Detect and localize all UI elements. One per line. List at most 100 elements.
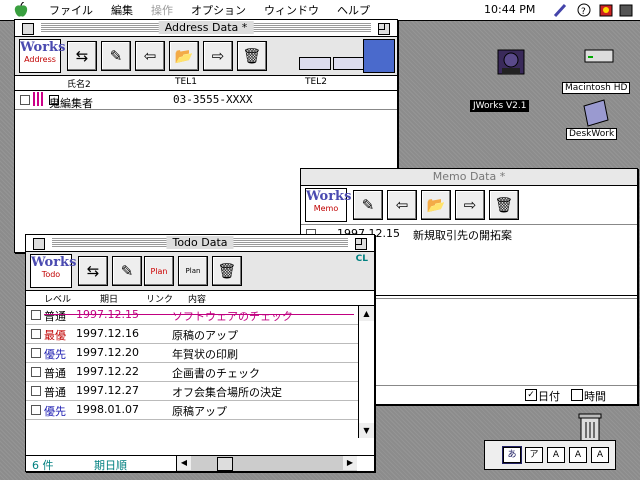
memo-text-area[interactable] <box>377 299 635 379</box>
trash-can-icon: 🗑 <box>217 262 237 280</box>
todo-plan-button[interactable]: Plan <box>144 256 174 286</box>
address-row[interactable]: 鬼編集者 03-3555-XXXX <box>15 91 397 110</box>
menu-edit[interactable]: 編集 <box>111 2 133 18</box>
palette-mode-button[interactable]: A <box>547 447 565 463</box>
delete-button[interactable]: 🗑 <box>237 41 267 71</box>
time-checkbox[interactable] <box>571 389 583 401</box>
date-checkbox[interactable]: ✓ <box>525 389 537 401</box>
hard-disk-icon <box>584 49 614 63</box>
col-level[interactable]: レベル <box>44 292 71 305</box>
row-checkbox[interactable] <box>31 367 41 377</box>
palette-mode-button[interactable]: あ <box>502 446 522 464</box>
plan-icon: Plan <box>150 266 168 276</box>
app-icon-small[interactable] <box>618 2 634 18</box>
jworks-app-icon[interactable]: JWorks V2.1 <box>470 44 548 112</box>
memo-delete-button[interactable]: 🗑 <box>489 190 519 220</box>
palette-mode-button[interactable]: ア <box>525 447 543 463</box>
menu-file[interactable]: ファイル <box>49 2 93 18</box>
todo-row[interactable]: 優先 1997.12.20 年賀状の印刷 <box>26 344 358 363</box>
memo-prev-button[interactable]: ⇦ <box>387 190 417 220</box>
todo-window: Todo Data Works Todo ⇆ ✎ Plan Plan 🗑 CL レ… <box>25 234 375 472</box>
menu-operation[interactable]: 操作 <box>151 2 173 18</box>
open-folder-button[interactable]: 📂 <box>169 41 199 71</box>
folder-open-icon: 📂 <box>426 196 446 214</box>
view-list-button[interactable] <box>333 57 365 70</box>
memo-next-button[interactable]: ⇨ <box>455 190 485 220</box>
col-date[interactable]: 期日 <box>100 292 118 305</box>
todo-title-bar[interactable]: Todo Data <box>26 235 374 252</box>
apple-menu-icon[interactable] <box>10 1 32 19</box>
scroll-right-arrow[interactable]: ▶ <box>343 456 357 470</box>
next-button[interactable]: ⇨ <box>203 41 233 71</box>
todo-row[interactable]: 普通 1997.12.15 ソフトウェアのチェック <box>26 306 358 325</box>
works-address-logo[interactable]: Works Address <box>19 39 65 73</box>
works-memo-logo[interactable]: Works Memo <box>305 188 351 222</box>
todo-vertical-scrollbar[interactable]: ▲ ▼ <box>358 306 374 438</box>
todo-sort-order[interactable]: 期日順 <box>94 457 127 473</box>
close-box[interactable] <box>22 23 34 35</box>
sync-button[interactable]: ⇆ <box>67 41 97 71</box>
macintosh-hd-label: Macintosh HD <box>562 82 631 94</box>
todo-edit-button[interactable]: ✎ <box>112 256 142 286</box>
todo-plan-list-button[interactable]: Plan <box>178 256 208 286</box>
row-checkbox[interactable] <box>31 405 41 415</box>
memo-toolbar: Works Memo ✎ ⇦ 📂 ⇨ 🗑 <box>301 186 637 225</box>
todo-row[interactable]: 普通 1997.12.27 オフ会集合場所の決定 <box>26 382 358 401</box>
help-balloon-icon[interactable]: ? <box>576 2 592 18</box>
todo-row[interactable]: 普通 1997.12.22 企画書のチェック <box>26 363 358 382</box>
memo-open-folder-button[interactable]: 📂 <box>421 190 451 220</box>
palette-mode-button[interactable]: A <box>591 447 609 463</box>
todo-date: 1997.12.27 <box>76 384 139 397</box>
row-checkbox[interactable] <box>31 348 41 358</box>
todo-content: 原稿のアップ <box>172 329 238 342</box>
address-tel1: 03-3555-XXXX <box>173 93 253 106</box>
row-checkbox[interactable] <box>31 386 41 396</box>
export-button[interactable] <box>363 39 395 73</box>
todo-list: 普通 1997.12.15 ソフトウェアのチェック 最優 1997.12.16 原稿のアッ… <box>26 306 358 420</box>
close-box[interactable] <box>33 238 45 250</box>
memo-edit-button[interactable]: ✎ <box>353 190 383 220</box>
svg-text:?: ? <box>581 7 586 17</box>
zoom-box[interactable] <box>378 23 390 35</box>
todo-row[interactable]: 優先 1998.01.07 原稿アップ <box>26 401 358 420</box>
prev-button[interactable]: ⇦ <box>135 41 165 71</box>
macintosh-hd-icon[interactable]: Macintosh HD <box>562 42 631 94</box>
row-checkbox[interactable] <box>20 95 30 105</box>
todo-row[interactable]: 最優 1997.12.16 原稿のアップ <box>26 325 358 344</box>
todo-level: 普通 <box>44 386 66 399</box>
col-content[interactable]: 内容 <box>188 292 206 305</box>
menubar-clock[interactable]: 10:44 PM <box>484 3 535 16</box>
scroll-left-arrow[interactable]: ◀ <box>177 456 191 470</box>
works-todo-logo[interactable]: Works Todo <box>30 254 76 288</box>
deskwork-folder-icon[interactable]: DeskWork <box>566 98 628 148</box>
cl-badge[interactable]: CL <box>356 254 368 264</box>
todo-sync-button[interactable]: ⇆ <box>78 256 108 286</box>
col-tel1[interactable]: TEL1 <box>175 77 197 87</box>
view-card-button[interactable] <box>299 57 331 70</box>
application-menu-icon[interactable] <box>598 2 614 18</box>
todo-horizontal-scrollbar[interactable]: ◀ ▶ <box>176 456 357 471</box>
todo-level: 最優 <box>44 329 66 342</box>
todo-delete-button[interactable]: 🗑 <box>212 256 242 286</box>
menu-options[interactable]: オプション <box>191 2 246 18</box>
row-checkbox[interactable] <box>31 329 41 339</box>
scroll-up-arrow[interactable]: ▲ <box>359 306 374 321</box>
col-link[interactable]: リンク <box>146 292 173 305</box>
pencil-icon[interactable] <box>552 2 568 18</box>
menu-window[interactable]: ウィンドウ <box>264 2 319 18</box>
col-tel2[interactable]: TEL2 <box>305 77 327 87</box>
jworks-icon <box>497 49 525 75</box>
todo-date: 1997.12.20 <box>76 346 139 359</box>
scroll-down-arrow[interactable]: ▼ <box>359 423 374 438</box>
address-title-bar[interactable]: Address Data * <box>15 20 397 37</box>
trash-icon[interactable] <box>576 410 604 444</box>
edit-button[interactable]: ✎ <box>101 41 131 71</box>
memo-title-bar[interactable]: Memo Data * <box>301 169 637 186</box>
jworks-icon-label: JWorks V2.1 <box>470 100 530 112</box>
col-name2[interactable]: 氏名2 <box>67 77 91 90</box>
row-checkbox[interactable] <box>31 310 41 320</box>
scroll-thumb[interactable] <box>217 457 233 471</box>
menu-help[interactable]: ヘルプ <box>337 2 370 18</box>
palette-mode-button[interactable]: A <box>569 447 587 463</box>
zoom-box[interactable] <box>355 238 367 250</box>
